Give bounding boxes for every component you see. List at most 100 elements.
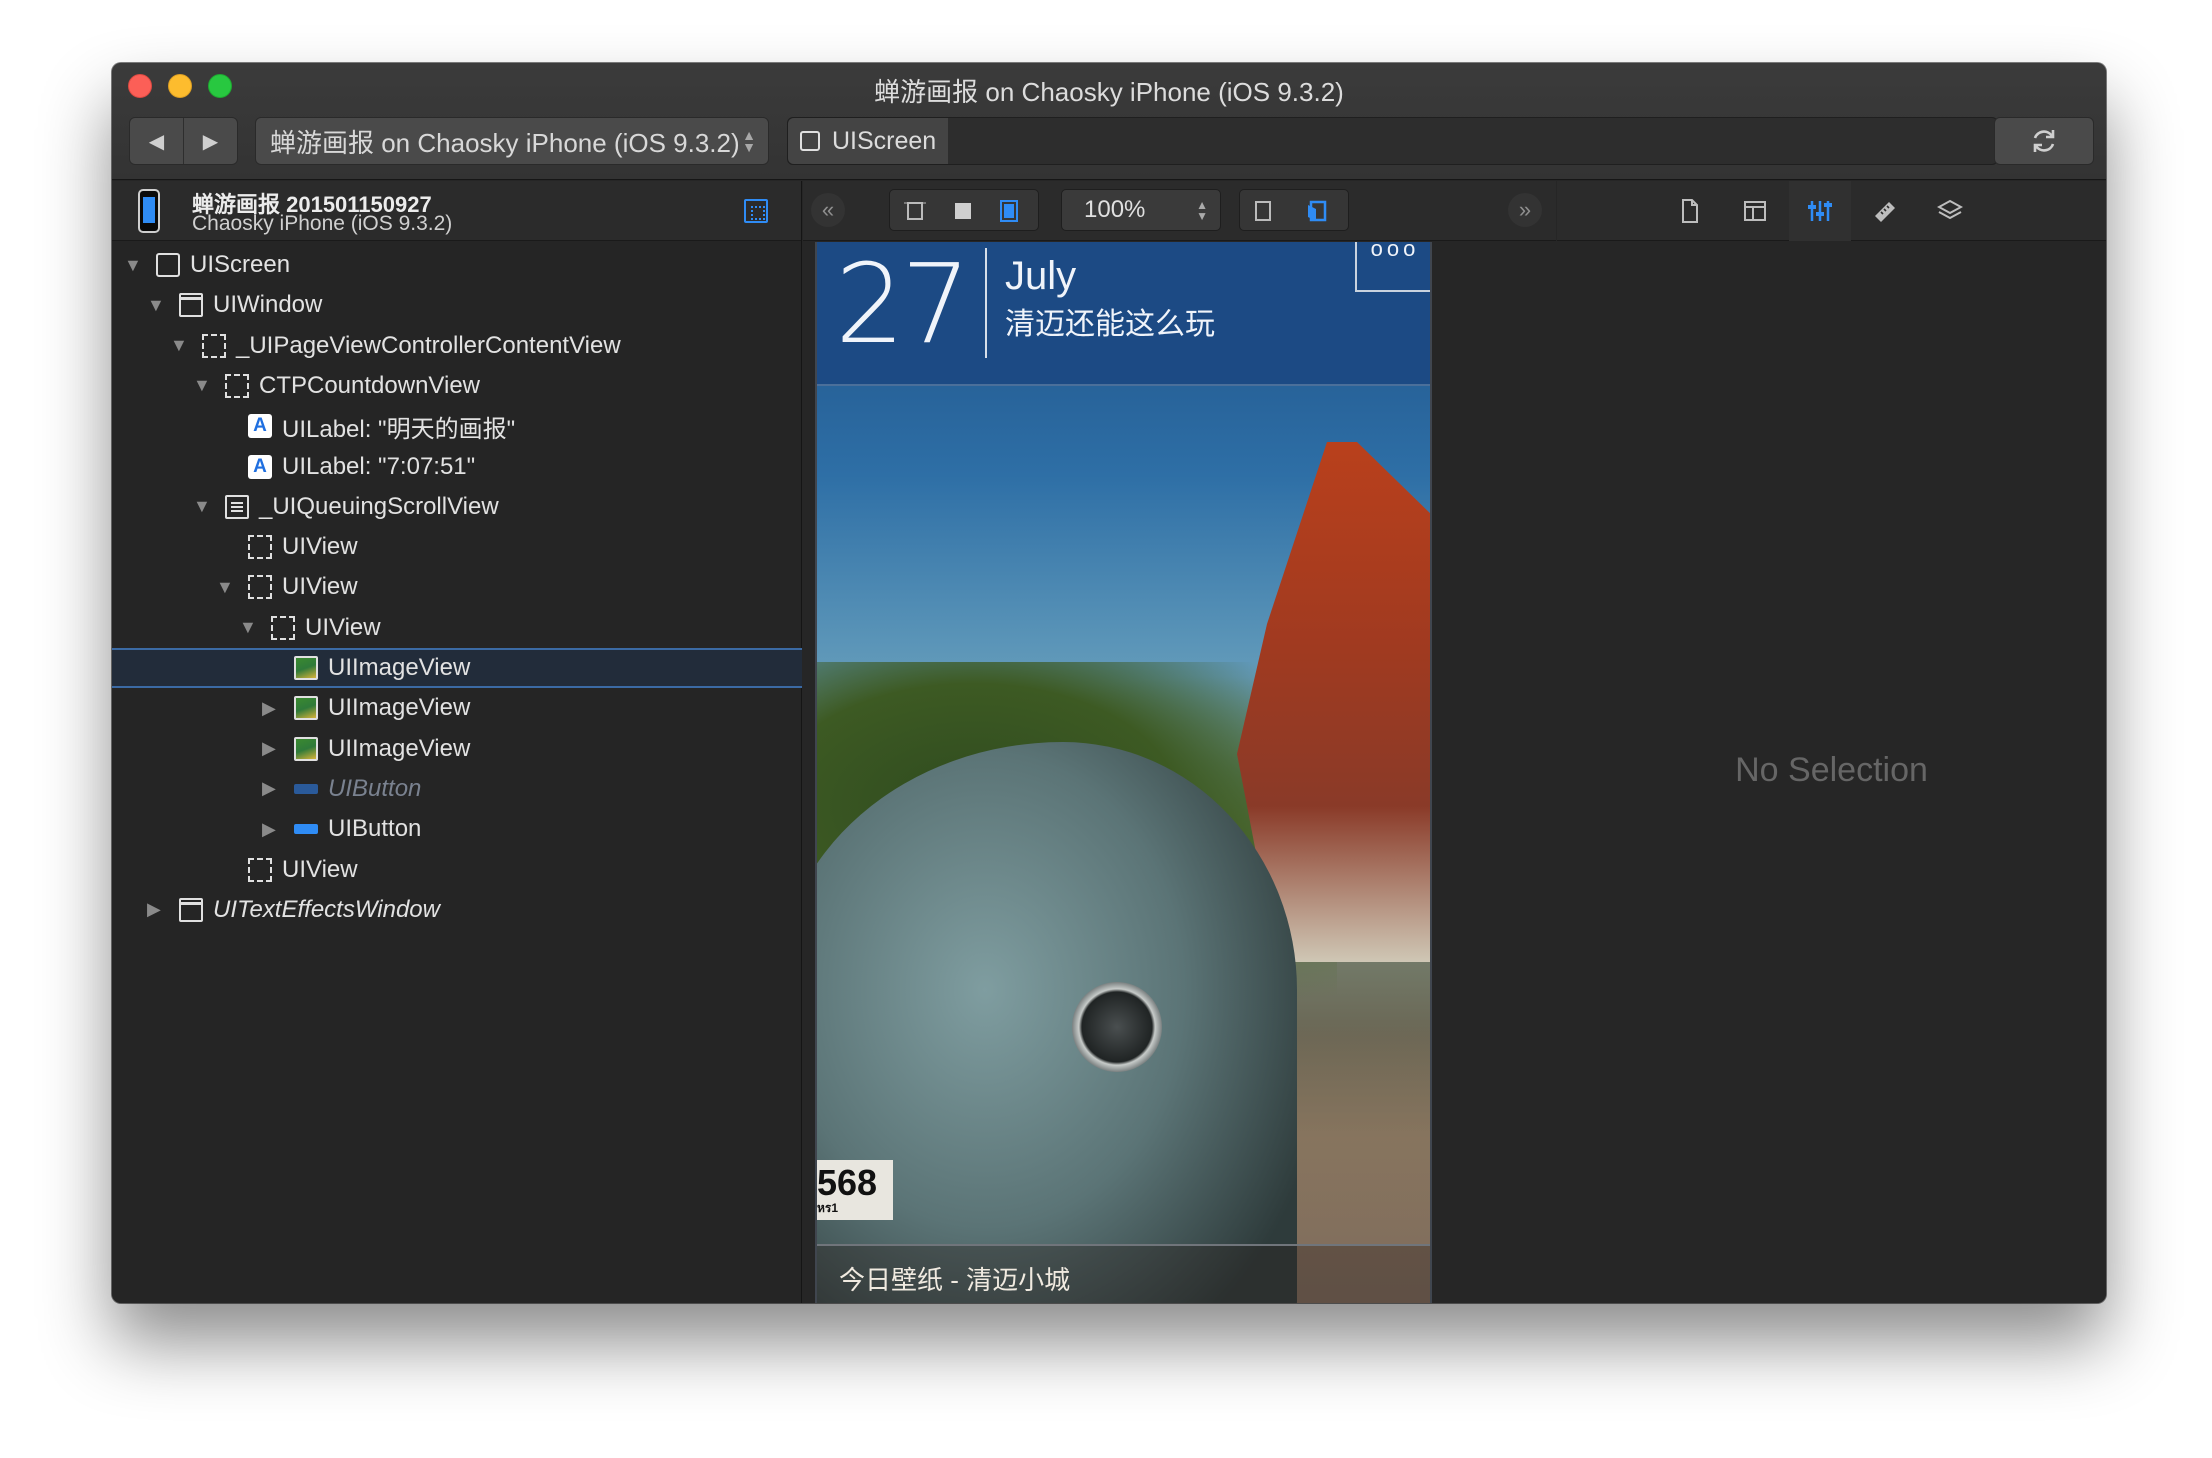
tree-row-label: UITextEffectsWindow — [213, 895, 440, 923]
app-window: 蝉游画报 on Chaosky iPhone (iOS 9.3.2) ◀ ▶ 蝉… — [112, 63, 2106, 1303]
clip-on-icon[interactable] — [1306, 200, 1328, 222]
inspector-tab[interactable] — [1789, 181, 1852, 241]
tree-row[interactable]: ▼ _UIPageViewControllerContentView — [112, 326, 802, 366]
view-icon — [248, 575, 272, 600]
tree-row[interactable]: UIView — [112, 527, 802, 567]
view-hierarchy-panel: 蝉游画报 201501150927 Chaosky iPhone (iOS 9.… — [112, 181, 802, 1303]
disclosure-expanded-icon[interactable]: ▼ — [193, 375, 211, 396]
label-icon: A — [248, 414, 272, 439]
disclosure-expanded-icon[interactable]: ▼ — [170, 335, 188, 356]
inspector-tab[interactable] — [1854, 181, 1916, 241]
inspector-tab[interactable] — [1919, 181, 1981, 241]
title-bar: 蝉游画报 on Chaosky iPhone (iOS 9.3.2) ◀ ▶ 蝉… — [112, 63, 2106, 180]
headline-label: 清迈还能这么玩 — [1005, 308, 1215, 341]
focus-selection-button[interactable] — [734, 192, 778, 230]
imageview-icon — [294, 736, 318, 761]
tree-row-label: UILabel: "7:07:51" — [282, 452, 476, 480]
forward-icon[interactable]: ▶ — [184, 118, 237, 164]
view-icon — [202, 333, 226, 358]
disclosure-collapsed-icon[interactable]: ▶ — [147, 899, 161, 920]
screen-icon — [800, 131, 820, 151]
refresh-button[interactable] — [1994, 117, 2094, 165]
no-selection-label: No Selection — [1735, 751, 1928, 789]
tree-row-label: UIView — [282, 855, 358, 883]
tree-row[interactable]: ▶ UITextEffectsWindow — [112, 890, 802, 930]
disclosure-expanded-icon[interactable]: ▼ — [239, 617, 257, 638]
file-icon — [1681, 199, 1698, 223]
tree-row-label: _UIPageViewControllerContentView — [236, 331, 621, 359]
headlight-shape — [1072, 982, 1162, 1072]
view-icon — [225, 373, 249, 398]
tree-row[interactable]: ▶ UIImageView — [112, 688, 802, 728]
screen-icon — [156, 253, 180, 277]
contents-icon[interactable] — [952, 200, 974, 222]
disclosure-expanded-icon[interactable]: ▼ — [124, 255, 142, 276]
window-title: 蝉游画报 on Chaosky iPhone (iOS 9.3.2) — [874, 77, 1344, 107]
imageview-icon — [294, 696, 318, 721]
window-icon — [179, 897, 203, 922]
disclosure-expanded-icon[interactable]: ▼ — [193, 496, 211, 517]
imageview-icon — [294, 656, 318, 680]
disclosure-collapsed-icon[interactable]: ▶ — [262, 738, 276, 759]
inspector-tab[interactable] — [1724, 181, 1786, 241]
tree-row[interactable]: UIView — [112, 850, 802, 890]
tree-row-label: UIImageView — [328, 734, 471, 762]
plate-small: หร1 — [817, 1201, 839, 1215]
disclosure-expanded-icon[interactable]: ▼ — [216, 577, 234, 598]
caption-bar[interactable]: 今日壁纸 - 清迈小城 — [817, 1244, 1430, 1303]
view-icon — [271, 615, 295, 640]
canvas-toolbar: « 100% ▲ ▼ » — [803, 181, 1556, 241]
tree-row-label: UIView — [282, 573, 358, 601]
scrollview-icon — [225, 494, 249, 519]
disclosure-collapsed-icon[interactable]: ▶ — [262, 698, 276, 719]
path-item-label: UIScreen — [832, 126, 937, 155]
view-icon — [248, 535, 272, 560]
wireframe-contents-icon[interactable] — [998, 200, 1020, 222]
button-icon — [294, 783, 318, 794]
device-subtitle: Chaosky iPhone (iOS 9.3.2) — [192, 212, 453, 235]
ruler-icon — [1875, 202, 1896, 222]
collapse-left-button[interactable]: « — [811, 193, 845, 227]
collapse-right-button[interactable]: » — [1508, 193, 1542, 227]
device-header: 蝉游画报 201501150927 Chaosky iPhone (iOS 9.… — [112, 181, 801, 241]
tree-row[interactable]: ▶ UIButton — [112, 769, 802, 809]
date-divider — [985, 248, 987, 358]
refresh-icon — [2033, 130, 2055, 152]
disclosure-collapsed-icon[interactable]: ▶ — [262, 778, 276, 799]
zoom-value: 100% — [1084, 196, 1146, 223]
more-button[interactable]: ooo — [1355, 242, 1430, 292]
updown-chevron-icon: ▲ ▼ — [1196, 198, 1208, 223]
phone-preview[interactable]: 568 หร1 27 July 清迈还能这么玩 ooo 今日壁纸 - 清迈小城 — [815, 242, 1432, 1303]
inspector-tabs — [1557, 181, 2106, 241]
scheme-selector[interactable]: 蝉游画报 on Chaosky iPhone (iOS 9.3.2) ▲ ▼ — [255, 117, 769, 165]
tree-row[interactable]: ▶ UIImageView — [112, 729, 802, 769]
navigation-buttons: ◀ ▶ — [129, 117, 238, 165]
tree-row[interactable]: ▼ UIView — [112, 567, 802, 607]
plate-number: 568 — [817, 1162, 878, 1203]
zoom-selector[interactable]: 100% ▲ ▼ — [1061, 189, 1221, 231]
disclosure-expanded-icon[interactable]: ▼ — [147, 295, 165, 316]
label-icon: A — [248, 454, 272, 479]
path-item-uiscreen[interactable]: UIScreen — [788, 118, 949, 164]
tree-row[interactable]: ▼ CTPCountdownView — [112, 366, 802, 406]
date-header[interactable]: 27 July 清迈还能这么玩 ooo — [817, 242, 1430, 386]
disclosure-collapsed-icon[interactable]: ▶ — [262, 819, 276, 840]
attributes-icon — [1808, 201, 1833, 221]
clip-off-icon[interactable] — [1252, 200, 1274, 222]
tree-row-label: UIButton — [328, 815, 422, 843]
tree-row-label: _UIQueuingScrollView — [259, 492, 499, 520]
tree-row[interactable]: ▼ UIWindow — [112, 285, 802, 325]
scheme-label: 蝉游画报 on Chaosky iPhone (iOS 9.3.2) — [270, 127, 740, 158]
tree-row[interactable]: ▶ UIButton — [112, 809, 802, 849]
updown-chevron-icon: ▲ ▼ — [742, 127, 756, 155]
tree-row[interactable]: UIImageView — [112, 648, 802, 688]
tree-row[interactable]: A UILabel: "7:07:51" — [112, 447, 802, 487]
canvas[interactable]: 568 หร1 27 July 清迈还能这么玩 ooo 今日壁纸 - 清迈小城 — [803, 242, 1556, 1303]
tree-row[interactable]: A UILabel: "明天的画报" — [112, 406, 802, 446]
tree-row[interactable]: ▼ _UIQueuingScrollView — [112, 487, 802, 527]
tree-row[interactable]: ▼ UIView — [112, 608, 802, 648]
back-icon[interactable]: ◀ — [130, 118, 184, 164]
wireframe-icon[interactable] — [904, 200, 926, 222]
inspector-tab[interactable] — [1659, 181, 1721, 241]
tree-row[interactable]: ▼ UIScreen — [112, 245, 802, 285]
